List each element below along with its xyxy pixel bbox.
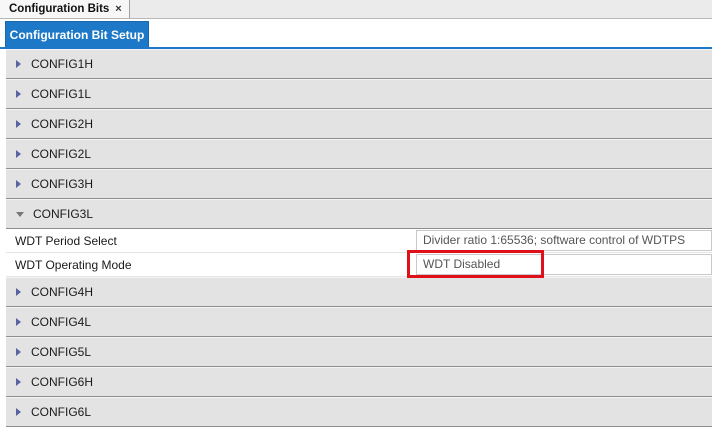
group-label: CONFIG3H (31, 177, 94, 191)
group-config6l[interactable]: CONFIG6L (6, 397, 712, 427)
expand-arrow-icon[interactable] (16, 318, 21, 326)
group-config4h[interactable]: CONFIG4H (6, 277, 712, 307)
setting-name: WDT Operating Mode (15, 258, 132, 272)
group-label: CONFIG4L (31, 315, 92, 329)
group-config2l[interactable]: CONFIG2L (6, 139, 712, 169)
expand-arrow-icon[interactable] (16, 90, 21, 98)
setting-row-wdt-period-select: WDT Period Select Divider ratio 1:65536;… (6, 229, 712, 253)
close-icon[interactable]: × (115, 3, 121, 15)
expand-arrow-icon[interactable] (16, 348, 21, 356)
group-label: CONFIG6L (31, 405, 92, 419)
expand-arrow-icon[interactable] (16, 120, 21, 128)
expand-arrow-icon[interactable] (16, 180, 21, 188)
group-label: CONFIG4H (31, 285, 94, 299)
group-config5l[interactable]: CONFIG5L (6, 337, 712, 367)
configuration-bits-tab[interactable]: Configuration Bits × (0, 0, 130, 18)
group-label: CONFIG2H (31, 117, 94, 131)
config-bits-tree: CONFIG1H CONFIG1L CONFIG2H CONFIG2L CONF… (6, 49, 712, 427)
setting-row-wdt-operating-mode: WDT Operating Mode WDT Disabled (6, 253, 712, 277)
document-tabstrip: Configuration Bits × (0, 0, 712, 19)
setting-name: WDT Period Select (15, 234, 117, 248)
configuration-bits-tab-label: Configuration Bits (9, 3, 110, 15)
group-label: CONFIG6H (31, 375, 94, 389)
group-config2h[interactable]: CONFIG2H (6, 109, 712, 139)
configuration-bit-setup-tab[interactable]: Configuration Bit Setup (5, 21, 149, 47)
wdt-operating-mode-dropdown[interactable]: WDT Disabled (416, 254, 712, 275)
expand-arrow-icon[interactable] (16, 150, 21, 158)
group-config1l[interactable]: CONFIG1L (6, 79, 712, 109)
collapse-arrow-icon[interactable] (16, 212, 24, 217)
group-config1h[interactable]: CONFIG1H (6, 49, 712, 79)
configuration-bit-setup-tab-label: Configuration Bit Setup (9, 27, 145, 42)
wdt-period-select-dropdown[interactable]: Divider ratio 1:65536; software control … (416, 230, 712, 251)
group-label: CONFIG2L (31, 147, 92, 161)
expand-arrow-icon[interactable] (16, 378, 21, 386)
group-config3h[interactable]: CONFIG3H (6, 169, 712, 199)
group-label: CONFIG5L (31, 345, 92, 359)
group-label: CONFIG1H (31, 57, 94, 71)
expand-arrow-icon[interactable] (16, 288, 21, 296)
expand-arrow-icon[interactable] (16, 408, 21, 416)
group-config4l[interactable]: CONFIG4L (6, 307, 712, 337)
expand-arrow-icon[interactable] (16, 60, 21, 68)
group-label: CONFIG3L (33, 207, 94, 221)
group-config3l[interactable]: CONFIG3L (6, 199, 712, 229)
group-label: CONFIG1L (31, 87, 92, 101)
group-config6h[interactable]: CONFIG6H (6, 367, 712, 397)
